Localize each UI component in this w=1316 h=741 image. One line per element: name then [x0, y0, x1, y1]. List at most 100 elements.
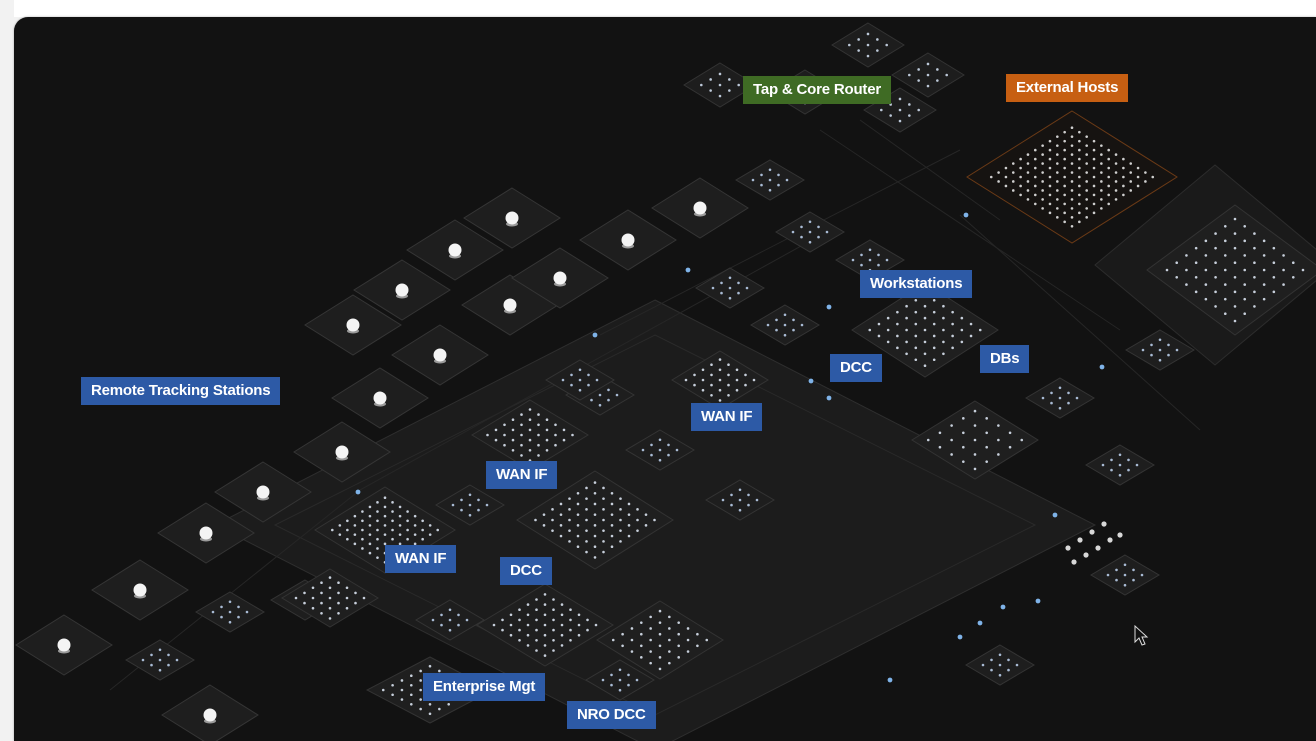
server-node-icon [737, 83, 740, 87]
server-node-icon [1204, 268, 1208, 272]
server-node-icon [485, 503, 489, 507]
server-node-icon [1185, 268, 1188, 272]
server-node-icon [448, 608, 452, 612]
server-node-icon [294, 596, 298, 600]
server-node-icon [705, 638, 709, 642]
server-node-icon [1114, 180, 1118, 183]
server-node-icon [1092, 184, 1096, 188]
server-node-icon [745, 286, 749, 290]
server-node-icon [535, 608, 538, 611]
server-node-icon [237, 615, 240, 619]
server-node-icon [728, 78, 731, 81]
server-node-icon [1089, 529, 1095, 535]
label-tap-core-router[interactable]: Tap & Core Router [743, 76, 891, 104]
server-node-icon [1058, 396, 1062, 400]
label-external-hosts[interactable]: External Hosts [1006, 74, 1129, 102]
server-node-icon [985, 431, 988, 435]
link-endpoint [826, 304, 832, 310]
server-node-icon [960, 316, 964, 320]
label-wan-if-left[interactable]: WAN IF [486, 461, 558, 489]
link-endpoint [808, 378, 814, 384]
label-remote-tracking-stations[interactable]: Remote Tracking Stations [81, 377, 281, 405]
server-node-icon [520, 433, 523, 437]
server-node-icon [766, 323, 770, 327]
link-endpoint [355, 489, 361, 495]
label-wan-if-center[interactable]: WAN IF [691, 403, 763, 431]
server-node-icon [1123, 573, 1127, 577]
server-node-icon [560, 644, 564, 647]
server-node-icon [1070, 144, 1074, 147]
server-node-icon [345, 596, 349, 600]
server-node-icon [320, 601, 323, 605]
server-node-icon [1056, 189, 1059, 192]
server-node-icon [320, 591, 323, 595]
link-endpoint [685, 267, 691, 273]
server-node-icon [727, 373, 730, 377]
server-node-icon [1092, 193, 1096, 197]
label-dbs[interactable]: DBs [980, 345, 1030, 373]
server-node-icon [866, 32, 870, 36]
server-node-icon [537, 454, 540, 457]
server-node-icon [1167, 353, 1170, 357]
server-node-icon [486, 433, 489, 437]
label-wan-if-lower[interactable]: WAN IF [385, 545, 457, 573]
server-node-icon [917, 79, 920, 82]
server-node-icon [696, 632, 699, 636]
server-node-icon [354, 591, 357, 595]
server-node-icon [526, 644, 530, 647]
server-node-icon [1033, 157, 1037, 161]
network-topology-canvas[interactable]: Tap & Core Router External Hosts Worksta… [14, 17, 1316, 741]
server-node-icon [851, 258, 855, 262]
server-node-icon [1122, 166, 1125, 170]
server-node-icon [650, 443, 653, 447]
server-node-icon [220, 615, 223, 619]
server-node-icon [1165, 268, 1169, 272]
server-node-icon [868, 328, 872, 332]
server-node-icon [710, 394, 713, 397]
label-workstations[interactable]: Workstations [860, 270, 973, 298]
server-node-icon [1223, 312, 1227, 316]
server-node-icon [1092, 157, 1096, 161]
server-node-icon [917, 68, 920, 71]
label-dcc-right[interactable]: DCC [830, 354, 882, 382]
server-node-icon [1272, 275, 1276, 279]
server-node-icon [619, 497, 622, 500]
label-nro-dcc[interactable]: NRO DCC [567, 701, 656, 729]
server-node-icon [905, 328, 908, 332]
server-node-icon [303, 591, 306, 595]
server-node-icon [1101, 463, 1105, 467]
server-node-icon [735, 368, 739, 372]
server-node-icon [158, 658, 162, 662]
server-node-icon [391, 693, 394, 697]
server-node-icon [1100, 207, 1103, 210]
server-node-icon [615, 393, 619, 397]
server-node-icon [1158, 348, 1162, 352]
server-node-icon [951, 334, 954, 338]
server-node-icon [668, 650, 671, 653]
server-node-icon [448, 628, 452, 632]
server-node-icon [1253, 290, 1256, 294]
server-node-icon [658, 438, 662, 442]
server-node-icon [1129, 180, 1133, 183]
label-dcc-lower[interactable]: DCC [500, 557, 552, 585]
server-node-icon [535, 639, 538, 642]
server-node-icon [1233, 319, 1237, 323]
server-node-icon [1107, 537, 1113, 543]
server-node-icon [997, 180, 1000, 183]
server-node-icon [465, 618, 469, 622]
server-node-icon [1004, 184, 1008, 188]
server-node-icon [619, 518, 622, 522]
server-node-icon [800, 225, 803, 229]
server-node-icon [552, 598, 555, 601]
server-node-icon [1033, 202, 1037, 206]
server-node-icon [768, 178, 772, 182]
server-node-icon [1129, 189, 1133, 192]
server-node-icon [1026, 198, 1030, 201]
server-node-icon [1056, 198, 1059, 201]
server-node-icon [311, 606, 315, 610]
server-node-icon [337, 591, 340, 595]
antenna-dish-icon [335, 445, 349, 459]
server-node-icon [817, 235, 820, 239]
label-enterprise-mgt[interactable]: Enterprise Mgt [423, 673, 546, 701]
server-node-icon [576, 524, 580, 527]
